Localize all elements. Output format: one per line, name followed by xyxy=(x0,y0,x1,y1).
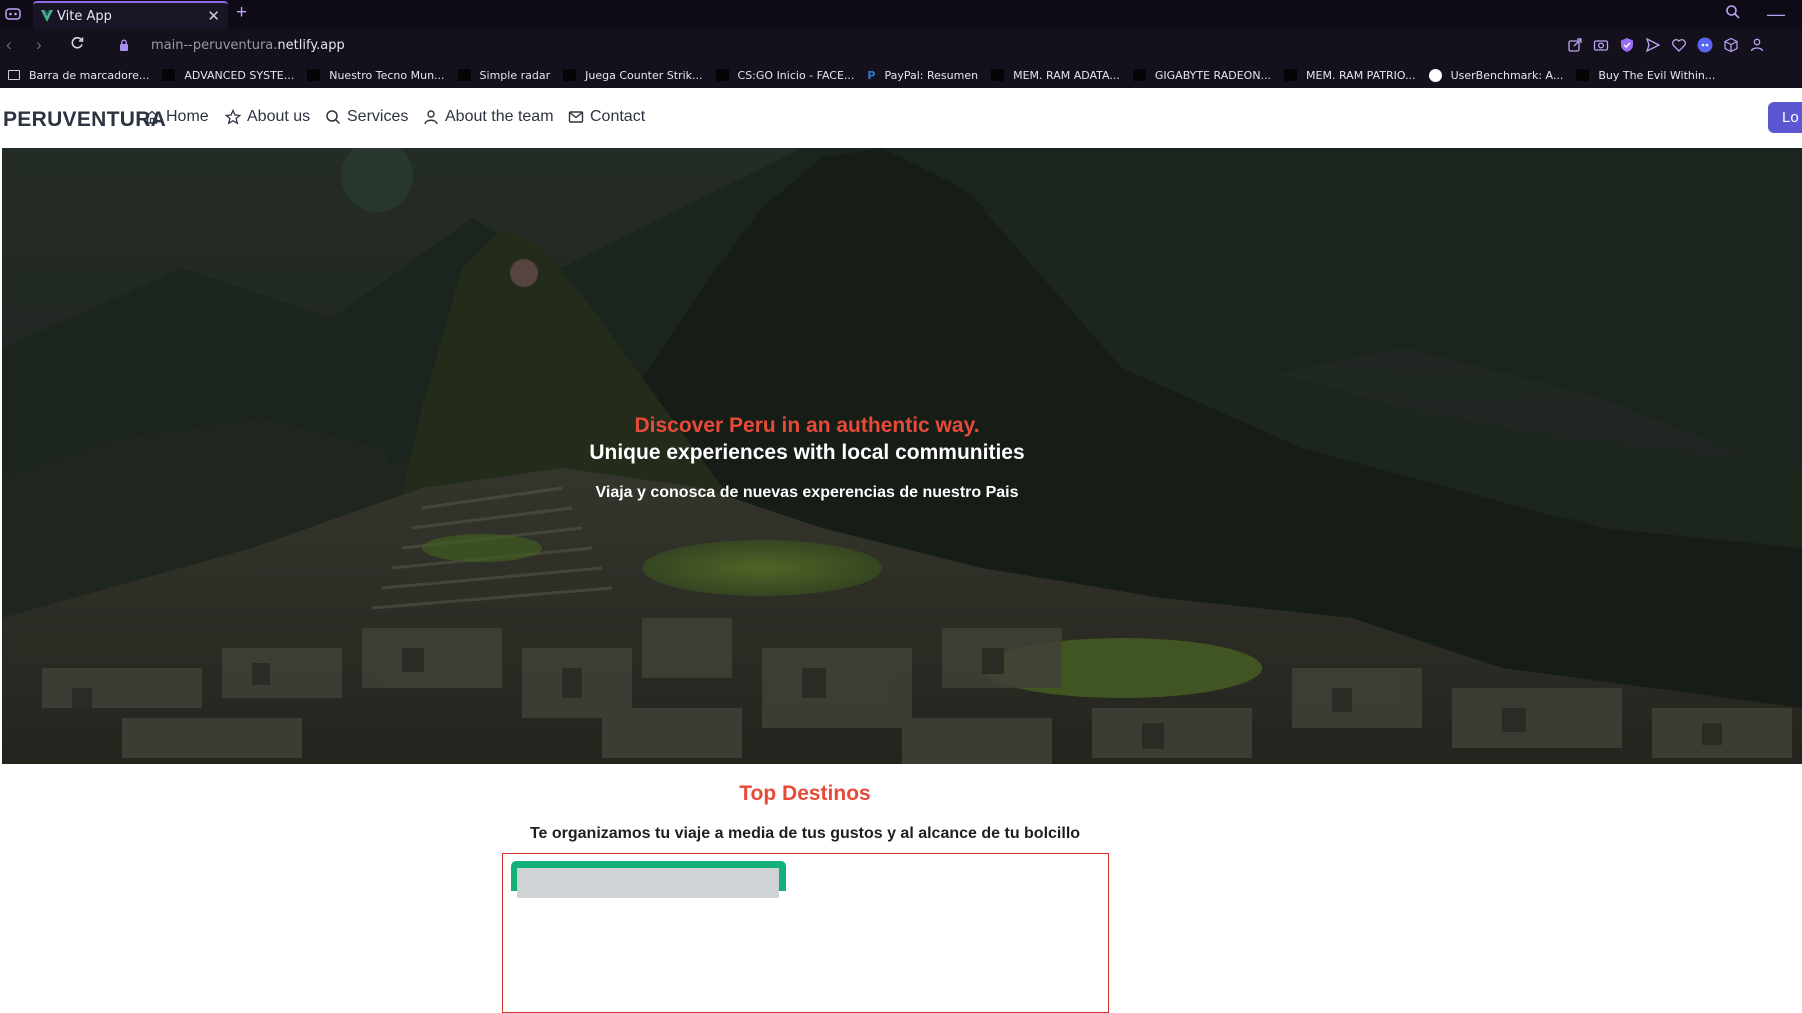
search-icon xyxy=(326,110,341,125)
bookmark-item[interactable]: Buy The Evil Within... xyxy=(1576,69,1715,82)
tab-search-icon[interactable] xyxy=(1725,4,1741,20)
reload-icon[interactable] xyxy=(70,36,84,50)
star-icon xyxy=(225,109,241,125)
nav-about-us[interactable]: About us xyxy=(225,108,310,126)
userbenchmark-icon xyxy=(1428,68,1442,82)
minimize-window-icon[interactable]: — xyxy=(1767,4,1785,25)
heart-icon[interactable] xyxy=(1671,37,1687,53)
bookmark-label: Barra de marcadore... xyxy=(29,68,150,82)
page-icon xyxy=(457,69,471,81)
bookmark-item[interactable]: CS:GO Inicio - FACE... xyxy=(715,68,855,82)
new-tab-button[interactable]: + xyxy=(236,2,247,24)
bookmark-label: GIGABYTE RADEON... xyxy=(1154,68,1272,82)
top-destinos-title: Top Destinos xyxy=(739,782,871,805)
page-icon xyxy=(991,69,1005,81)
bookmark-item[interactable]: MEM. RAM PATRIO... xyxy=(1284,69,1416,82)
home-icon xyxy=(145,110,159,124)
workspaces-icon[interactable] xyxy=(5,7,21,21)
hero-headline-red: Discover Peru in an authentic way. xyxy=(634,414,980,437)
nav-services[interactable]: Services xyxy=(325,108,408,126)
bookmark-label: MEM. RAM PATRIO... xyxy=(1306,68,1416,82)
close-tab-icon[interactable]: ✕ xyxy=(207,7,220,25)
hero-headline-white: Unique experiences with local communitie… xyxy=(589,441,1025,464)
toolbar-icons xyxy=(1567,37,1765,53)
bookmark-label: ADVANCED SYSTE... xyxy=(184,68,295,82)
bookmark-label: Simple radar xyxy=(479,68,551,82)
browser-tab-bar: Vite App ✕ + — xyxy=(0,0,1802,29)
url-field[interactable]: main--peruventura.netlify.app xyxy=(151,38,345,53)
bookmark-item[interactable]: ADVANCED SYSTE... xyxy=(162,69,294,82)
vite-logo-icon xyxy=(41,10,53,22)
destinations-container xyxy=(502,853,1109,1013)
nav-home[interactable]: Home xyxy=(144,108,209,126)
vpn-shield-icon[interactable] xyxy=(1619,37,1635,53)
bookmark-label: MEM. RAM ADATA... xyxy=(1013,68,1120,82)
back-arrow-icon[interactable]: ‹ xyxy=(6,35,12,55)
screenshot-icon[interactable] xyxy=(1593,37,1609,53)
nav-contact[interactable]: Contact xyxy=(568,108,645,126)
login-button[interactable]: Lo xyxy=(1768,102,1802,133)
nav-contact-label: Contact xyxy=(590,108,646,125)
bookmark-item[interactable]: UserBenchmark: A... xyxy=(1428,68,1564,82)
bookmarks-bar: Barra de marcadore... ADVANCED SYSTE... Nu… xyxy=(0,62,1802,88)
page-icon xyxy=(162,69,176,81)
destination-card[interactable] xyxy=(511,861,786,898)
page-icon xyxy=(563,69,577,81)
bookmark-item[interactable]: Juega Counter Strik... xyxy=(563,68,703,82)
forward-arrow-icon[interactable]: › xyxy=(36,35,42,55)
tab-title: Vite App xyxy=(57,9,112,24)
bookmark-label: UserBenchmark: A... xyxy=(1450,68,1564,82)
hero-banner: Discover Peru in an authentic way. Uniqu… xyxy=(2,148,1802,764)
send-icon[interactable] xyxy=(1645,37,1661,53)
extensions-cube-icon[interactable] xyxy=(1723,37,1739,53)
page-icon xyxy=(307,69,321,81)
bookmark-label: PayPal: Resumen xyxy=(884,68,979,82)
mail-icon xyxy=(568,111,584,123)
page-icon xyxy=(1284,69,1298,81)
url-prefix: main--peruventura. xyxy=(151,38,278,53)
paypal-icon: P xyxy=(867,69,876,82)
nav-about-the-team-label: About the team xyxy=(445,108,554,125)
nav-home-label: Home xyxy=(166,108,209,125)
browser-tab-active[interactable]: Vite App ✕ xyxy=(33,1,228,29)
site-brand-logo[interactable]: PERUVENTURA xyxy=(3,108,166,132)
top-destinos-tagline: Te organizamos tu viaje a media de tus g… xyxy=(529,825,1081,842)
bookmark-item[interactable]: GIGABYTE RADEON... xyxy=(1132,68,1272,82)
bookmark-label: Buy The Evil Within... xyxy=(1598,68,1716,82)
page-icon xyxy=(1132,69,1146,81)
web-page: PERUVENTURA Home About us Services About… xyxy=(0,88,1802,1013)
page-icon xyxy=(1576,69,1590,81)
bookmark-label: Nuestro Tecno Mun... xyxy=(329,68,445,82)
hero-subtitle: Viaja y conosca de nuevas experencias de… xyxy=(595,484,1019,501)
lock-icon[interactable] xyxy=(119,39,129,51)
url-domain: netlify.app xyxy=(277,38,345,53)
bookmark-label: CS:GO Inicio - FACE... xyxy=(737,68,855,82)
nav-about-the-team[interactable]: About the team xyxy=(423,108,554,126)
bookmark-item[interactable]: Nuestro Tecno Mun... xyxy=(307,68,445,82)
address-bar: ‹ › main--peruventura.netlify.app xyxy=(0,29,1802,62)
bookmark-label: Juega Counter Strik... xyxy=(585,68,703,82)
destination-card-image xyxy=(517,868,779,898)
bookmark-item[interactable]: MEM. RAM ADATA... xyxy=(991,69,1120,82)
hero-text-block: Discover Peru in an authentic way. Uniqu… xyxy=(2,414,1612,502)
page-icon xyxy=(715,69,729,81)
nav-services-label: Services xyxy=(347,108,409,125)
nav-about-us-label: About us xyxy=(247,108,311,125)
user-icon xyxy=(424,110,438,125)
account-icon[interactable] xyxy=(1749,37,1765,53)
folder-icon xyxy=(8,70,20,80)
bookmark-item[interactable]: Barra de marcadore... xyxy=(8,69,149,82)
bookmark-item[interactable]: Simple radar xyxy=(457,68,551,82)
bookmark-item[interactable]: P PayPal: Resumen xyxy=(867,68,979,83)
share-icon[interactable] xyxy=(1567,37,1583,53)
extension-ghost-icon[interactable] xyxy=(1697,37,1713,53)
